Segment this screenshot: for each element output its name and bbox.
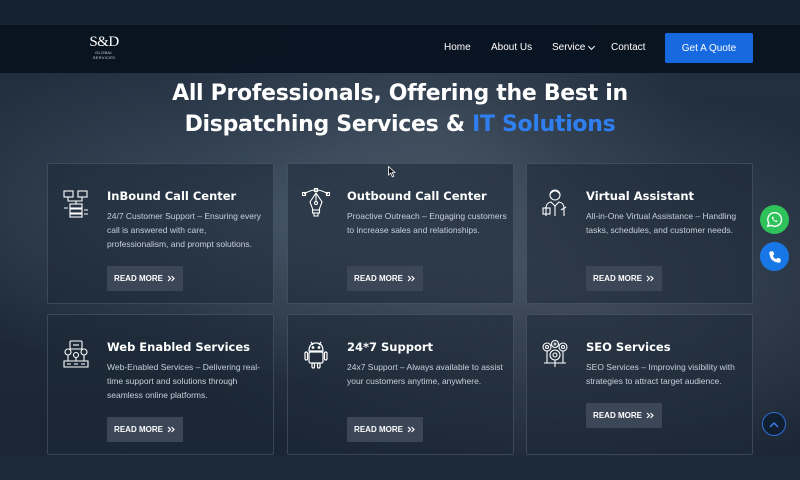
get-quote-button[interactable]: Get A Quote <box>665 33 753 63</box>
read-more-label: READ MORE <box>593 274 642 283</box>
read-more-button[interactable]: READ MORE <box>586 403 662 428</box>
nav-service[interactable]: Service <box>552 42 596 53</box>
card-title: SEO Services <box>586 340 671 354</box>
service-card-web-enabled: Web Enabled Services Web-Enabled Service… <box>47 314 274 455</box>
logo[interactable]: S&D GLOBAL SERVICES <box>89 35 119 63</box>
nav-service-label: Service <box>552 42 586 53</box>
double-chevron-right-icon <box>646 275 654 282</box>
logo-subtitle-2: SERVICES <box>92 55 116 60</box>
double-chevron-right-icon <box>646 412 654 419</box>
web-services-icon <box>63 340 89 368</box>
service-card-support: 24*7 Support 24x7 Support – Always avail… <box>287 314 514 455</box>
heading-line-2: Dispatching Services & IT Solutions <box>0 109 800 140</box>
android-icon <box>304 341 328 369</box>
card-description: Web-Enabled Services – Delivering real-t… <box>107 362 260 400</box>
seo-gears-icon <box>542 339 568 367</box>
mouse-cursor-icon <box>388 166 396 178</box>
nav-contact[interactable]: Contact <box>611 42 645 53</box>
card-description: 24x7 Support – Always available to assis… <box>347 362 503 386</box>
read-more-label: READ MORE <box>593 411 642 420</box>
service-card-seo: SEO Services SEO Services – Improving vi… <box>526 314 753 455</box>
read-more-button[interactable]: READ MORE <box>347 266 423 291</box>
server-stack-icon <box>63 190 88 218</box>
card-description: Proactive Outreach – Engaging customers … <box>347 211 507 235</box>
double-chevron-right-icon <box>407 275 415 282</box>
whatsapp-icon <box>766 212 783 228</box>
card-title: Virtual Assistant <box>586 189 695 203</box>
bottom-strip <box>0 456 800 480</box>
chevron-up-icon <box>769 421 779 427</box>
read-more-button[interactable]: READ MORE <box>586 266 662 291</box>
read-more-label: READ MORE <box>354 274 403 283</box>
card-title: 24*7 Support <box>347 340 434 354</box>
logo-mark: S&D <box>89 34 119 50</box>
heading-line-2-prefix: Dispatching Services & <box>184 112 473 137</box>
nav-home[interactable]: Home <box>444 42 471 53</box>
double-chevron-right-icon <box>407 426 415 433</box>
phone-button[interactable] <box>760 242 789 271</box>
card-title: InBound Call Center <box>107 189 237 203</box>
service-card-inbound: InBound Call Center 24/7 Customer Suppor… <box>47 163 274 304</box>
top-strip <box>0 0 800 25</box>
card-description: 24/7 Customer Support – Ensuring every c… <box>107 211 262 249</box>
read-more-label: READ MORE <box>354 425 403 434</box>
service-card-virtual-assistant: Virtual Assistant All-in-One Virtual Ass… <box>526 163 753 304</box>
assistant-person-icon <box>542 189 567 216</box>
read-more-button[interactable]: READ MORE <box>347 417 423 442</box>
read-more-button[interactable]: READ MORE <box>107 266 183 291</box>
page-heading: All Professionals, Offering the Best in … <box>0 78 800 140</box>
whatsapp-button[interactable] <box>760 205 789 234</box>
nav-about[interactable]: About Us <box>491 42 532 53</box>
read-more-button[interactable]: READ MORE <box>107 417 183 442</box>
chevron-down-icon <box>588 42 596 50</box>
scroll-to-top-button[interactable] <box>762 412 786 436</box>
phone-icon <box>768 250 781 263</box>
read-more-label: READ MORE <box>114 425 163 434</box>
pen-tool-icon <box>302 188 330 217</box>
navbar: S&D GLOBAL SERVICES Home About Us Servic… <box>0 25 800 73</box>
double-chevron-right-icon <box>167 275 175 282</box>
card-description: All-in-One Virtual Assistance – Handling… <box>586 211 737 235</box>
card-title: Outbound Call Center <box>347 189 487 203</box>
heading-line-1: All Professionals, Offering the Best in <box>172 81 628 106</box>
double-chevron-right-icon <box>167 426 175 433</box>
read-more-label: READ MORE <box>114 274 163 283</box>
card-description: SEO Services – Improving visibility with… <box>586 362 735 386</box>
card-title: Web Enabled Services <box>107 340 250 354</box>
service-card-outbound: Outbound Call Center Proactive Outreach … <box>287 163 514 304</box>
heading-accent: IT Solutions <box>472 112 616 137</box>
